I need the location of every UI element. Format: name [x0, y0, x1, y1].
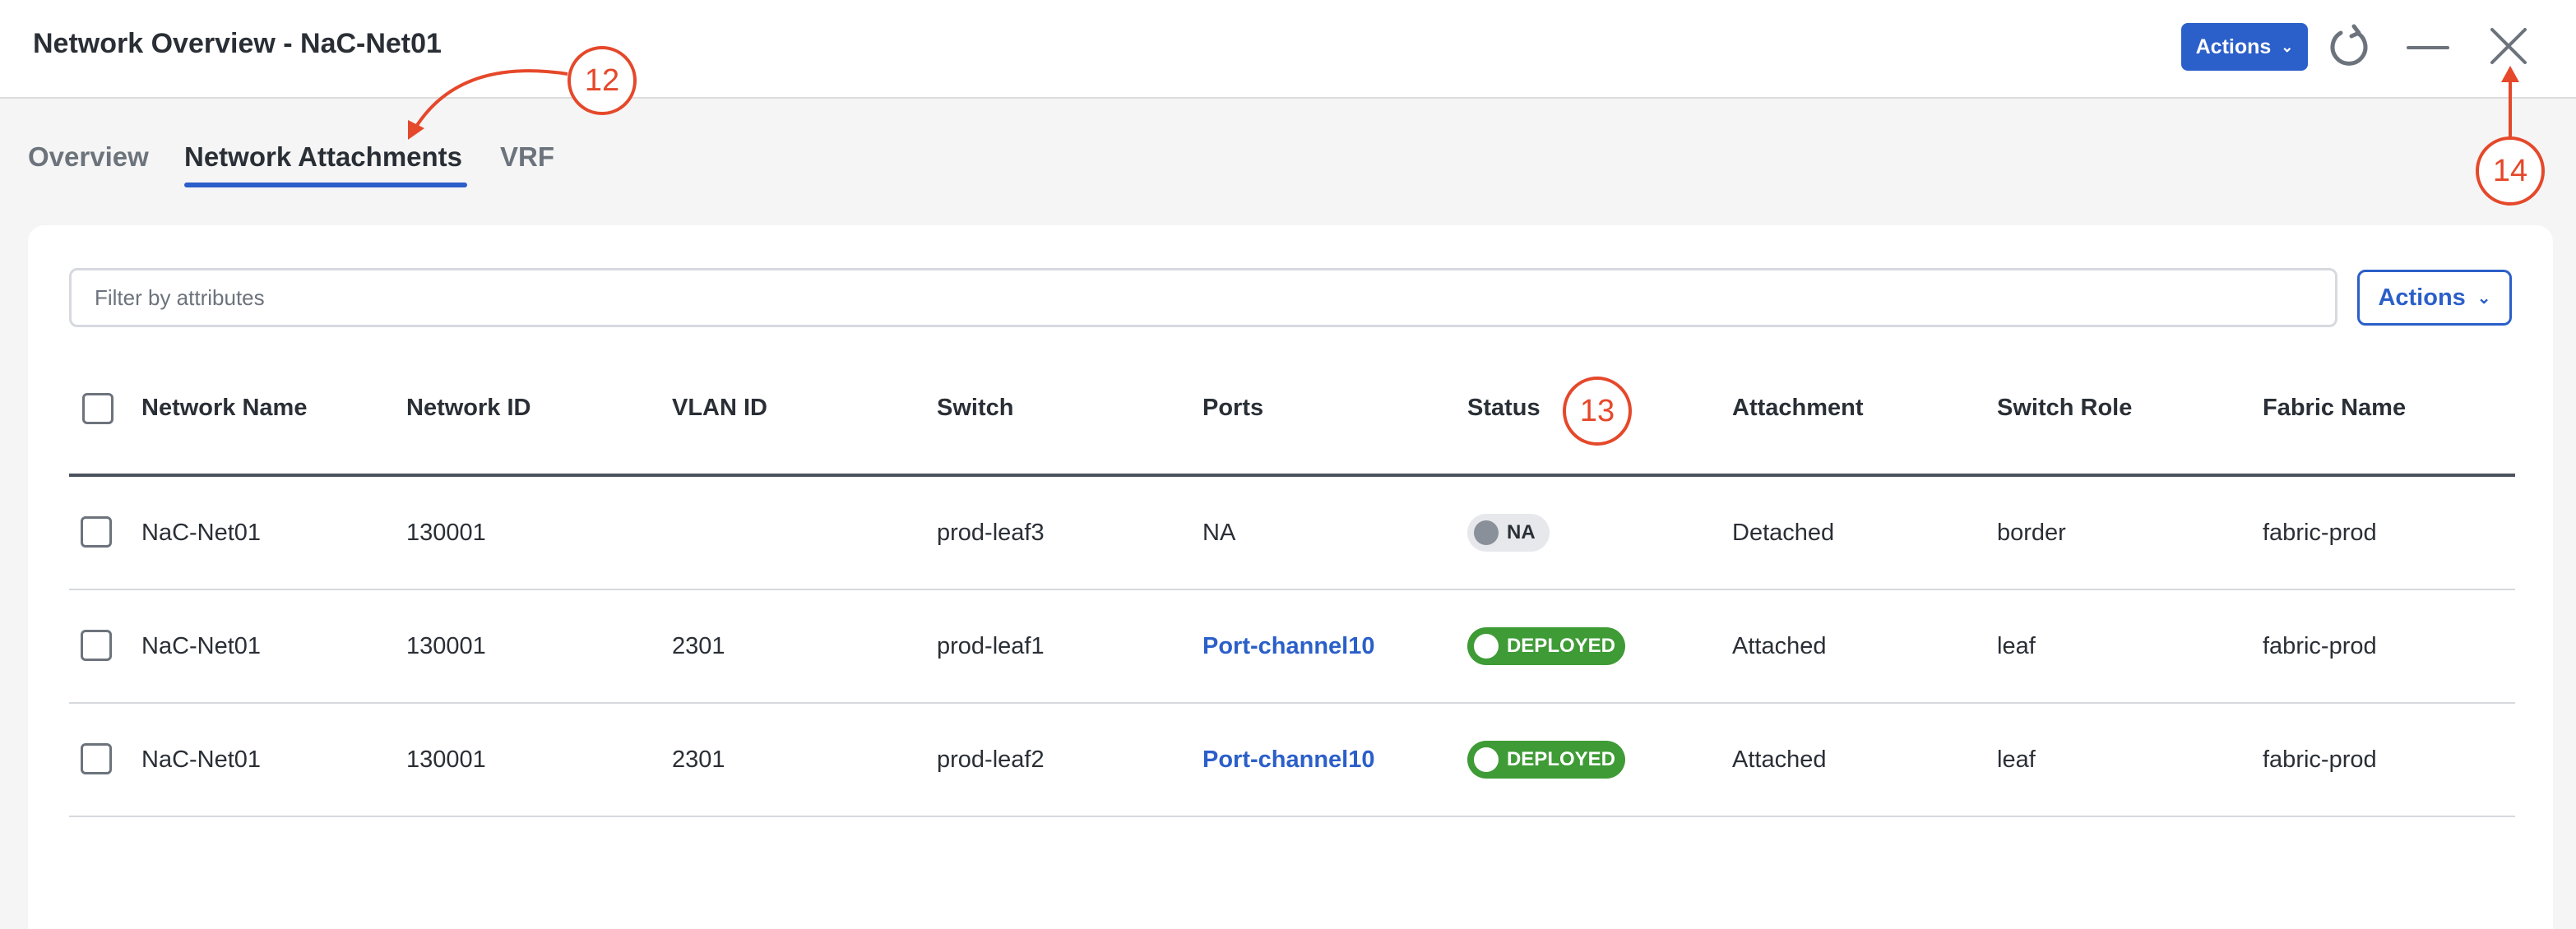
- status-dot-icon: [1474, 634, 1499, 659]
- table-header-divider: [69, 474, 2515, 477]
- column-header-network-name[interactable]: Network Name: [141, 395, 307, 422]
- header-actions-button[interactable]: Actions ⌄: [2181, 23, 2308, 71]
- close-icon: [2490, 28, 2527, 64]
- column-header-ports[interactable]: Ports: [1202, 395, 1263, 422]
- status-badge: DEPLOYED: [1467, 627, 1625, 665]
- attachments-panel: [28, 225, 2553, 929]
- row-divider: [69, 589, 2515, 590]
- callout-13: 13: [1563, 377, 1632, 446]
- cell-attachment: Attached: [1732, 633, 1827, 659]
- callout-12-arrowhead: [408, 120, 424, 140]
- cell-network-id: 130001: [406, 746, 486, 773]
- cell-network-id: 130001: [406, 633, 486, 659]
- status-label: DEPLOYED: [1506, 635, 1615, 657]
- column-header-status[interactable]: Status: [1467, 395, 1541, 422]
- refresh-icon: [2330, 24, 2368, 66]
- column-header-switch-role[interactable]: Switch Role: [1997, 395, 2132, 422]
- active-tab-indicator: [184, 183, 467, 187]
- cell-fabric-name: fabric-prod: [2263, 633, 2377, 659]
- table-actions-label: Actions: [2378, 284, 2466, 311]
- window-header: Network Overview - NaC-Net01 Actions ⌄: [0, 0, 2576, 99]
- cell-switch-role: leaf: [1997, 633, 2036, 659]
- cell-network-id: 130001: [406, 520, 486, 546]
- minimize-icon: [2407, 46, 2449, 49]
- chevron-down-icon: ⌄: [2476, 289, 2491, 307]
- row-checkbox[interactable]: [81, 516, 112, 548]
- cell-vlan-id: 2301: [672, 633, 725, 659]
- chevron-down-icon: ⌄: [2281, 38, 2294, 55]
- status-badge: DEPLOYED: [1467, 741, 1625, 779]
- column-header-network-id[interactable]: Network ID: [406, 395, 530, 422]
- status-dot-icon: [1474, 520, 1499, 545]
- status-dot-icon: [1474, 747, 1499, 772]
- column-header-vlan-id[interactable]: VLAN ID: [672, 395, 767, 422]
- port-link[interactable]: Port-channel10: [1202, 633, 1375, 660]
- row-checkbox[interactable]: [81, 630, 112, 661]
- callout-12: 12: [568, 46, 637, 115]
- column-header-fabric-name[interactable]: Fabric Name: [2263, 395, 2406, 422]
- row-divider: [69, 702, 2515, 704]
- callout-14: 14: [2476, 136, 2545, 206]
- cell-network-name: NaC-Net01: [141, 633, 262, 659]
- status-label: DEPLOYED: [1506, 748, 1615, 770]
- status-badge: NA: [1467, 514, 1550, 552]
- cell-fabric-name: fabric-prod: [2263, 520, 2377, 546]
- refresh-button[interactable]: [2324, 21, 2374, 71]
- cell-vlan-id: 2301: [672, 746, 725, 773]
- page-title: Network Overview - NaC-Net01: [33, 28, 442, 59]
- cell-attachment: Detached: [1732, 520, 1835, 546]
- tab-overview[interactable]: Overview: [28, 141, 149, 173]
- cell-fabric-name: fabric-prod: [2263, 746, 2377, 773]
- column-header-switch[interactable]: Switch: [937, 395, 1013, 422]
- select-all-checkbox[interactable]: [82, 393, 114, 424]
- cell-switch-role: border: [1997, 520, 2066, 546]
- cell-attachment: Attached: [1732, 746, 1827, 773]
- status-label: NA: [1507, 521, 1536, 543]
- column-header-attachment[interactable]: Attachment: [1732, 395, 1864, 422]
- cell-ports: NA: [1202, 520, 1236, 546]
- port-link[interactable]: Port-channel10: [1202, 746, 1375, 774]
- cell-switch: prod-leaf3: [937, 520, 1045, 546]
- filter-input[interactable]: [69, 268, 2337, 327]
- table-actions-button[interactable]: Actions ⌄: [2357, 270, 2512, 326]
- row-divider: [69, 816, 2515, 817]
- tab-vrf[interactable]: VRF: [500, 141, 554, 173]
- header-actions-label: Actions: [2195, 35, 2272, 58]
- cell-network-name: NaC-Net01: [141, 746, 262, 773]
- tab-network-attachments[interactable]: Network Attachments: [184, 141, 462, 173]
- minimize-button[interactable]: [2403, 21, 2453, 71]
- cell-switch: prod-leaf2: [937, 746, 1045, 773]
- row-checkbox[interactable]: [81, 743, 112, 774]
- cell-switch-role: leaf: [1997, 746, 2036, 773]
- close-button[interactable]: [2484, 21, 2533, 71]
- cell-network-name: NaC-Net01: [141, 520, 262, 546]
- cell-switch: prod-leaf1: [937, 633, 1045, 659]
